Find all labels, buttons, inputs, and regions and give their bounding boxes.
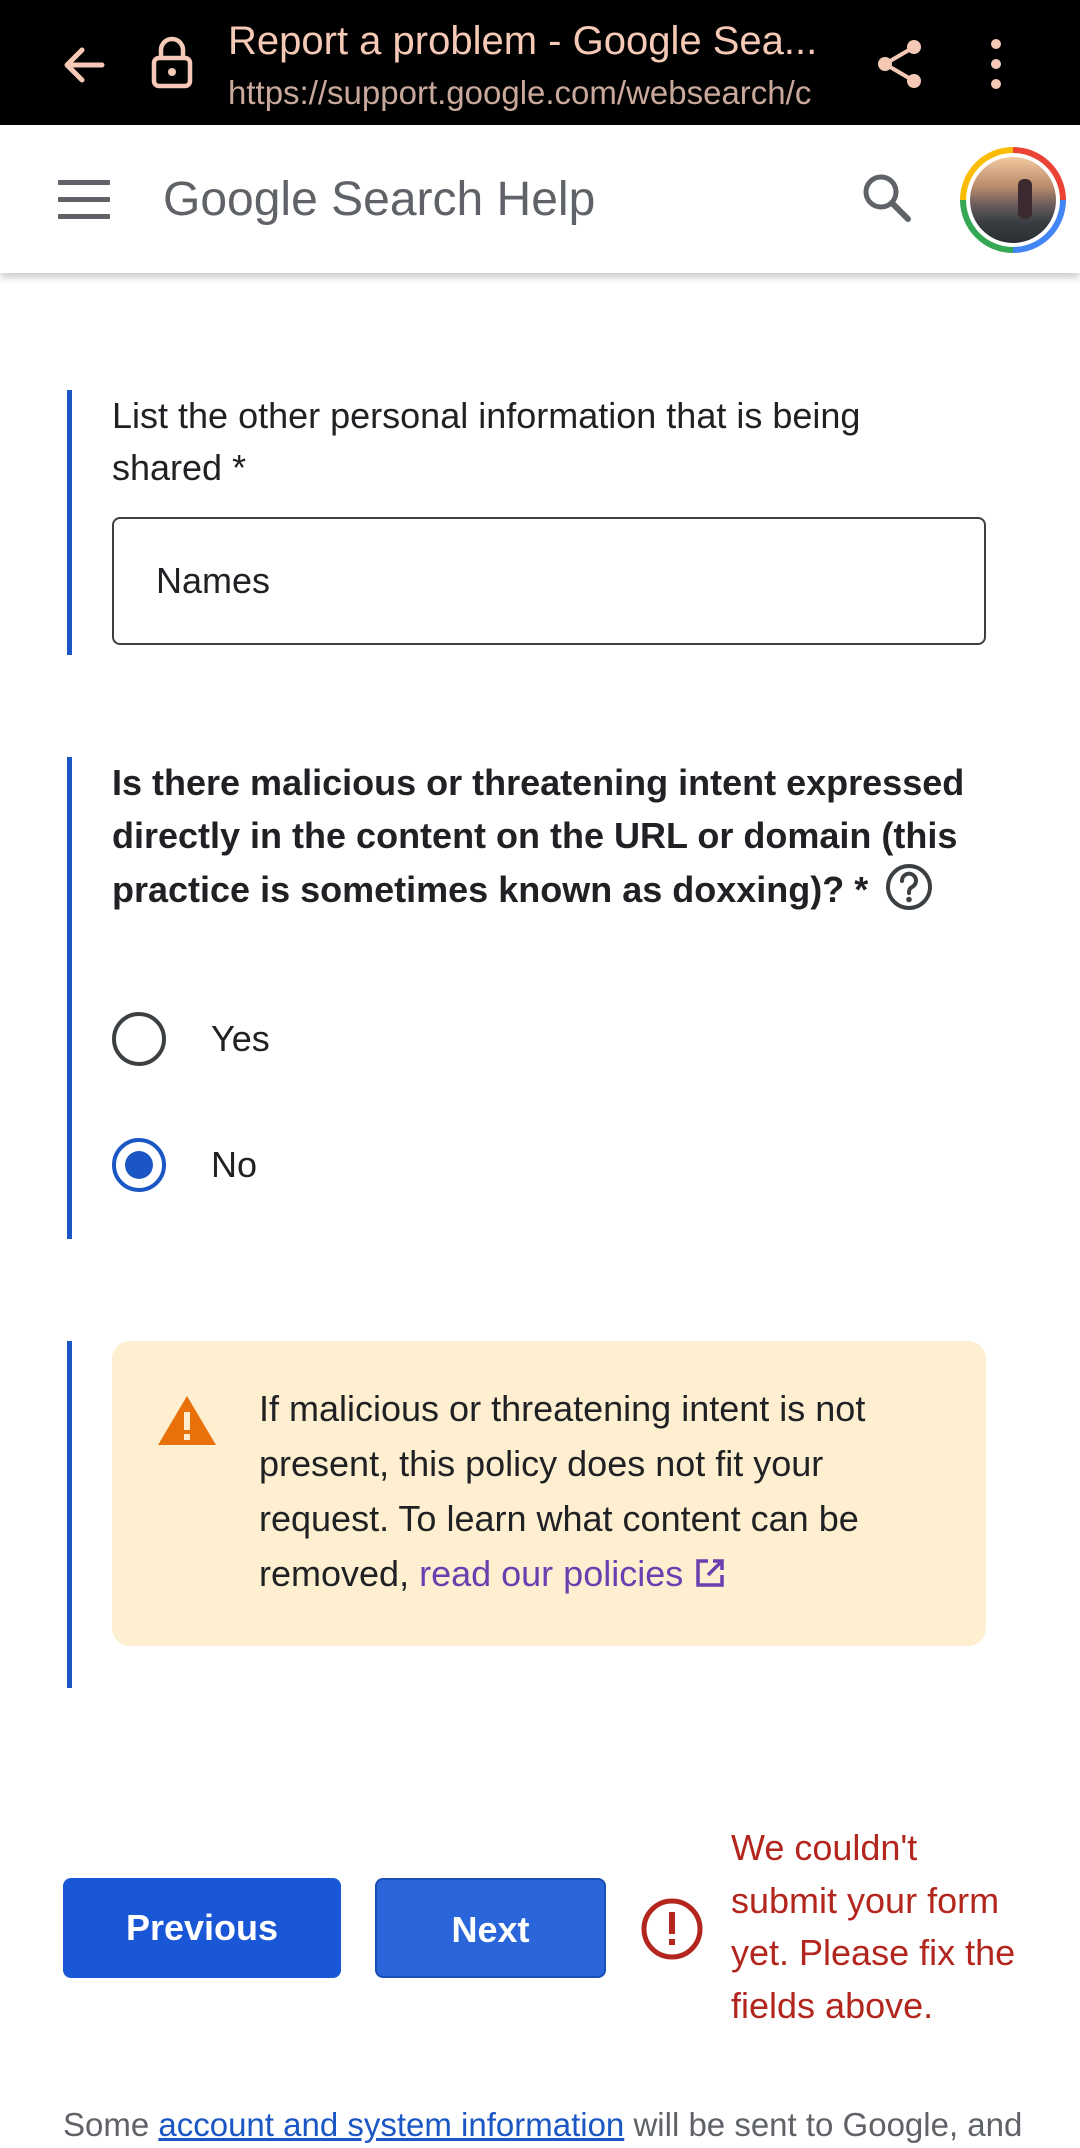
app-header: Google Search Help <box>0 125 1080 273</box>
account-avatar[interactable] <box>960 147 1066 253</box>
external-link-icon[interactable] <box>693 1556 727 1590</box>
share-icon[interactable] <box>876 38 924 90</box>
avatar-photo <box>970 157 1056 243</box>
url-text[interactable]: https://support.google.com/websearch/c <box>228 72 838 114</box>
warning-box: If malicious or threatening intent is no… <box>112 1341 986 1646</box>
footer-after: will be sent to Google, and <box>624 2106 1023 2143</box>
previous-button[interactable]: Previous <box>63 1878 341 1978</box>
footer-disclaimer: Some account and system information will… <box>63 2102 1063 2148</box>
browser-toolbar: Report a problem - Google Sea... https:/… <box>0 0 1080 125</box>
system-info-link[interactable]: account and system information <box>158 2106 624 2143</box>
intent-question-text: Is there malicious or threatening intent… <box>112 762 965 910</box>
warning-icon <box>158 1396 216 1445</box>
option-no[interactable]: No <box>112 1136 612 1196</box>
option-no-label[interactable]: No <box>211 1142 257 1188</box>
hamburger-menu-icon[interactable] <box>58 180 110 220</box>
back-arrow-icon[interactable] <box>58 40 108 90</box>
form-error-message: We couldn't submit your form yet. Please… <box>731 1827 1016 2026</box>
radio-yes[interactable] <box>112 1012 166 1066</box>
site-title[interactable]: Google Search Help <box>163 171 595 229</box>
help-icon[interactable] <box>884 862 934 912</box>
lock-icon[interactable] <box>150 36 194 90</box>
intent-question: Is there malicious or threatening intent… <box>112 757 992 917</box>
more-vert-icon[interactable] <box>978 36 1014 92</box>
warning-section: If malicious or threatening intent is no… <box>67 1341 1007 1688</box>
other-info-input[interactable] <box>112 517 986 645</box>
option-yes[interactable]: Yes <box>112 1010 612 1070</box>
footer-before: Some <box>63 2106 159 2143</box>
page-title-tab[interactable]: Report a problem - Google Sea... <box>228 16 838 66</box>
error-icon <box>641 1898 703 1960</box>
radio-no[interactable] <box>112 1138 166 1192</box>
intent-question-section: Is there malicious or threatening intent… <box>67 757 1007 1239</box>
other-info-label: List the other personal information that… <box>112 395 861 488</box>
warning-text: If malicious or threatening intent is no… <box>259 1381 959 1601</box>
option-yes-label[interactable]: Yes <box>211 1016 270 1062</box>
search-icon[interactable] <box>858 169 916 227</box>
policies-link[interactable]: read our policies <box>419 1553 683 1594</box>
next-button[interactable]: Next <box>375 1878 606 1978</box>
other-info-section: List the other personal information that… <box>67 390 1007 655</box>
